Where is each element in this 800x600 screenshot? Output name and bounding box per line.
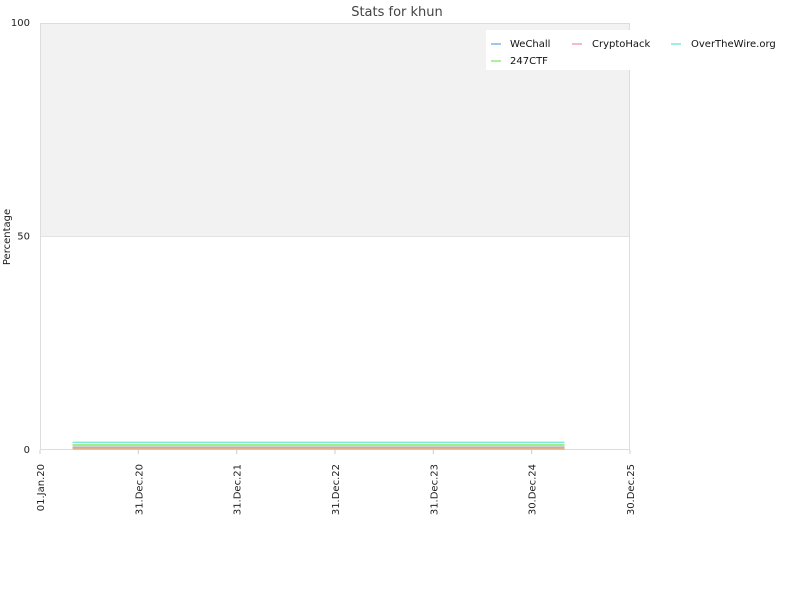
y-axis-label: Percentage	[2, 209, 13, 265]
y-axis: 0 50 100	[11, 18, 30, 456]
x-tick-label: 30.Dec.25	[626, 464, 637, 515]
x-tick-label: 31.Dec.21	[233, 464, 244, 515]
legend-label: 247CTF	[510, 56, 548, 67]
x-tick-label: 31.Dec.23	[429, 464, 440, 515]
plot-area	[40, 23, 630, 450]
x-tick-label: 31.Dec.20	[134, 464, 145, 515]
y-tick-label: 100	[11, 18, 30, 29]
legend-label: WeChall	[510, 39, 550, 50]
chart: Stats for khun Percentage 0 50 100 01.Jan.…	[2, 5, 786, 515]
legend[interactable]: WeChall CryptoHack OverTheWire.org 247CTF	[486, 30, 786, 70]
y-tick-label: 50	[17, 232, 30, 243]
legend-label: CryptoHack	[592, 39, 651, 50]
legend-label: OverTheWire.org	[691, 39, 776, 50]
series-group	[72, 441, 565, 450]
x-axis: 01.Jan.20 31.Dec.20 31.Dec.21 31.Dec.22 31.D…	[36, 450, 637, 515]
x-tick-label: 01.Jan.20	[36, 464, 47, 511]
y-tick-label: 0	[24, 445, 30, 456]
x-tick-label: 31.Dec.22	[331, 464, 342, 515]
x-tick-label: 30.Dec.24	[528, 464, 539, 515]
chart-title: Stats for khun	[351, 5, 443, 20]
